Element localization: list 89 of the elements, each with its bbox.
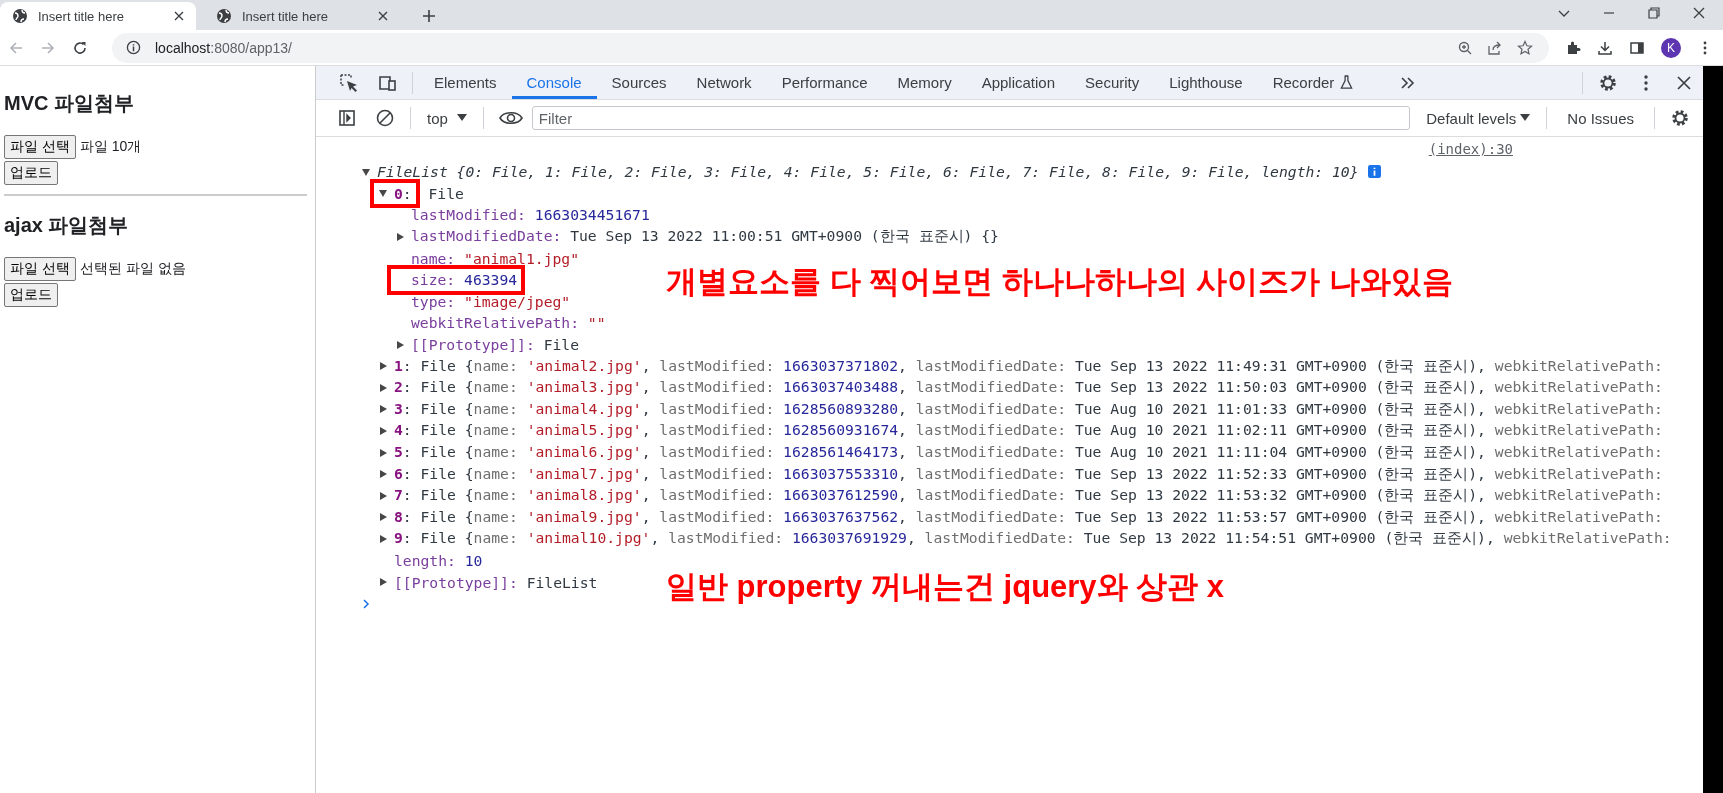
file-status: 선택된 파일 없음 (79, 260, 186, 278)
expand-triangle-icon[interactable] (378, 188, 388, 199)
browser-tab[interactable]: Insert title here (0, 2, 196, 30)
devtools-tab[interactable]: Elements (419, 66, 512, 99)
console-text: 0: (394, 184, 412, 202)
console-text: FileList {0: File, 1: File, 2: File, 3: File, 4: File, 5: File, 6: File, 7: File, 8: File, 9: File, length: 10} (377, 163, 1359, 181)
devtools-tab[interactable]: Network (681, 66, 767, 99)
sidebar-icon[interactable] (337, 108, 357, 128)
globe-icon (12, 8, 28, 24)
expand-triangle-icon[interactable] (378, 533, 388, 544)
url-text: localhost:8080/app13/ (155, 39, 292, 56)
devtools-tab[interactable]: Sources (596, 66, 682, 99)
console-text: name: "animal1.jpg" (411, 249, 580, 267)
devtools-tab[interactable]: Lighthouse (1154, 66, 1258, 99)
info-icon[interactable] (126, 40, 141, 55)
devtools-tab[interactable]: Security (1070, 66, 1155, 99)
puzzle-icon[interactable] (1565, 39, 1581, 56)
console-text: 1: File {name: 'animal2.jpg', lastModified: 1663037371802, lastModifiedDate: Tue Sep 13 2022 11:49:31 GMT+0900 (한국 표준시), webkitRelativePath: (394, 356, 1663, 376)
share-icon[interactable] (1487, 39, 1503, 56)
console-text: [[Prototype]]: File (411, 336, 579, 354)
upload-button[interactable]: 업로드 (4, 283, 58, 307)
console-text: 7: File {name: 'animal8.jpg', lastModified: 1663037612590, lastModifiedDate: Tue Sep 13 2022 11:53:32 GMT+0900 (한국 표준시), webkitRelativePath: (394, 486, 1663, 506)
caret-icon (1520, 114, 1531, 122)
choose-file-button[interactable]: 파일 선택 (4, 257, 76, 281)
expand-triangle-icon[interactable] (378, 447, 388, 458)
expand-triangle-icon[interactable] (378, 490, 388, 501)
choose-file-button[interactable]: 파일 선택 (4, 135, 76, 159)
side-panel-icon[interactable] (1629, 39, 1645, 56)
console-text: 8: File {name: 'animal9.jpg', lastModified: 1663037637562, lastModifiedDate: Tue Sep 13 2022 11:53:57 GMT+0900 (한국 표준시), webkitRelativePath: (394, 507, 1663, 527)
expand-triangle-icon[interactable] (378, 577, 388, 588)
section-heading: ajax 파일첨부 (4, 213, 130, 238)
levels-dropdown[interactable]: Default levels (1416, 109, 1541, 127)
reload-icon[interactable] (72, 39, 88, 56)
console-text: 5: File {name: 'animal6.jpg', lastModified: 1628561464173, lastModifiedDate: Tue Aug 10 2021 11:11:04 GMT+0900 (한국 표준시), webkitRelativePath: (394, 443, 1663, 462)
close-icon[interactable] (378, 11, 388, 21)
annotation-text: 개별요소를 다 찍어보면 하나나하나의 사이즈가 나와있음 (666, 263, 1454, 301)
caret-icon (456, 114, 467, 122)
expand-triangle-icon[interactable] (395, 339, 405, 350)
console-text: lastModified: 1663034451671 (411, 206, 650, 224)
expand-triangle-icon[interactable] (378, 469, 388, 480)
section-heading: MVC 파일첨부 (4, 91, 135, 116)
close-icon[interactable] (1692, 6, 1706, 20)
zoom-icon[interactable] (1457, 39, 1473, 56)
inspect-icon[interactable] (339, 72, 359, 93)
download-icon[interactable] (1597, 39, 1613, 56)
devtools-tab[interactable]: Performance (766, 66, 883, 99)
expand-triangle-icon[interactable] (395, 231, 405, 242)
console-text: 9: File {name: 'animal10.jpg', lastModified: 1663037691929, lastModifiedDate: Tue Sep 13 2022 11:54:51 GMT+0900 (한국 표준시), webkitRelativePath: (394, 529, 1672, 549)
devtools-tab[interactable]: Console (511, 66, 597, 99)
console-text: 2: File {name: 'animal3.jpg', lastModified: 1663037403488, lastModifiedDate: Tue Sep 13 2022 11:50:03 GMT+0900 (한국 표준시), webkitRelativePath: (394, 378, 1663, 398)
globe-icon (216, 8, 232, 24)
star-icon[interactable] (1517, 39, 1533, 56)
console-text: 4: File {name: 'animal5.jpg', lastModified: 1628560931674, lastModifiedDate: Tue Aug 10 2021 11:02:11 GMT+0900 (한국 표준시), webkitRelativePath: (394, 421, 1663, 441)
expand-triangle-icon[interactable] (378, 404, 388, 415)
plus-icon[interactable] (422, 9, 436, 23)
console-text: File (427, 184, 464, 202)
issues-button[interactable]: No Issues (1553, 109, 1648, 127)
source-link[interactable]: (index):30 (1428, 141, 1513, 161)
clear-console-icon[interactable] (375, 108, 395, 128)
console-text: 6: File {name: 'animal7.jpg', lastModified: 1663037553310, lastModifiedDate: Tue Sep 13 2022 11:52:33 GMT+0900 (한국 표준시), webkitRelativePath: (394, 464, 1663, 484)
expand-triangle-icon[interactable] (378, 361, 388, 372)
profile-avatar[interactable]: K (1661, 37, 1681, 58)
filter-field[interactable]: Filter (531, 106, 1411, 130)
context-dropdown[interactable]: top (417, 109, 477, 127)
file-status: 파일 10개 (79, 138, 142, 156)
upload-button[interactable]: 업로드 (4, 161, 58, 185)
expand-triangle-icon[interactable] (378, 382, 388, 393)
settings-icon[interactable] (1670, 108, 1690, 128)
address-bar[interactable]: localhost:8080/app13/ (112, 32, 1549, 63)
flask-icon (1340, 75, 1354, 90)
console-text: 3: File {name: 'animal4.jpg', lastModified: 1628560893280, lastModifiedDate: Tue Aug 10 2021 11:01:33 GMT+0900 (한국 표준시), webkitRelativePath: (394, 399, 1663, 419)
console-text: webkitRelativePath: "" (411, 314, 606, 332)
annotation-text: 일반 property 꺼내는건 jquery와 상관 x (666, 568, 1225, 606)
expand-triangle-icon[interactable] (378, 425, 388, 436)
expand-triangle-icon[interactable] (361, 166, 371, 177)
devtools-tab[interactable]: Application (966, 66, 1071, 99)
console-text: lastModifiedDate: Tue Sep 13 2022 11:00:51 GMT+0900 (한국 표준시) {} (411, 227, 999, 247)
prompt-icon[interactable] (361, 598, 371, 609)
devtools-tab[interactable]: Memory (882, 66, 967, 99)
devtools-tab[interactable]: Recorder (1257, 66, 1369, 99)
console-text: length: 10 (394, 552, 483, 569)
browser-tab[interactable]: Insert title here (204, 2, 400, 30)
console-text: type: "image/jpeg" (411, 292, 571, 310)
console-text: size: 463394 (411, 271, 518, 289)
restore-icon[interactable] (1647, 6, 1661, 20)
settings-icon[interactable] (1598, 72, 1618, 93)
close-icon[interactable] (174, 11, 184, 21)
console-text: [[Prototype]]: FileList (394, 573, 598, 591)
expand-triangle-icon[interactable] (378, 512, 388, 523)
